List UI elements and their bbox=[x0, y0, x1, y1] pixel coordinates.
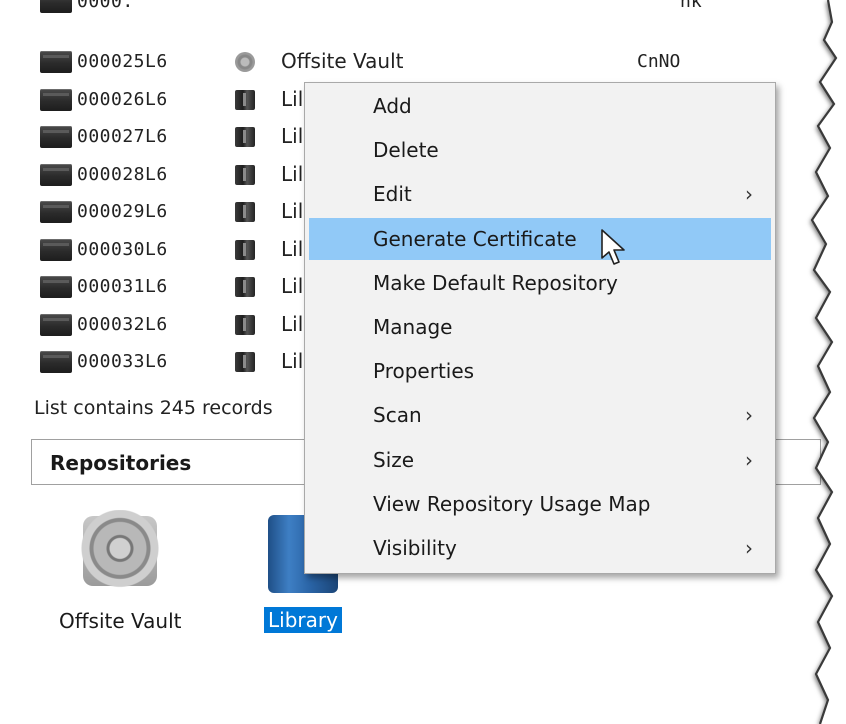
repository-label-library[interactable]: Library bbox=[264, 607, 342, 633]
mouse-cursor-icon bbox=[601, 229, 625, 265]
menu-item-visibility[interactable]: Visibility › bbox=[309, 527, 771, 569]
tape-icon bbox=[40, 88, 72, 111]
repository-cell: Lil bbox=[281, 161, 304, 186]
repository-cell: Lil bbox=[281, 274, 304, 298]
chevron-right-icon: › bbox=[745, 182, 753, 207]
barcode-cell: 000026L6 bbox=[77, 88, 168, 110]
menu-item-properties[interactable]: Properties bbox=[309, 350, 771, 392]
tape-icon bbox=[40, 126, 72, 148]
library-icon bbox=[235, 352, 255, 372]
menu-item-generate-certificate[interactable]: Generate Certificate bbox=[309, 217, 771, 260]
table-row-partial[interactable]: 0000. nk bbox=[40, 0, 720, 16]
tape-icon bbox=[40, 351, 72, 373]
menu-item-label: Generate Certificate bbox=[373, 226, 577, 251]
tape-icon bbox=[40, 0, 72, 13]
status-cell: nk bbox=[680, 0, 702, 12]
repository-cell: Lil bbox=[281, 349, 304, 373]
repository-label-offsite-vault[interactable]: Offsite Vault bbox=[55, 608, 185, 634]
menu-item-edit[interactable]: Edit › bbox=[309, 173, 771, 215]
barcode-cell: 000027L6 bbox=[77, 126, 168, 147]
tape-icon bbox=[40, 313, 72, 336]
menu-item-label: Make Default Repository bbox=[373, 270, 618, 295]
barcode-cell: 000029L6 bbox=[77, 201, 168, 222]
vault-icon bbox=[235, 52, 255, 72]
tape-icon bbox=[40, 238, 72, 261]
repository-cell: Lil bbox=[281, 311, 304, 336]
repository-cell: Lil bbox=[281, 199, 304, 223]
library-icon bbox=[235, 314, 255, 335]
menu-item-label: Manage bbox=[373, 315, 453, 339]
barcode-cell: 000033L6 bbox=[77, 351, 168, 372]
library-icon bbox=[235, 127, 255, 147]
tape-icon bbox=[40, 163, 72, 186]
library-icon bbox=[235, 277, 255, 297]
vault-icon[interactable] bbox=[75, 510, 165, 590]
list-status-text: List contains 245 records bbox=[34, 397, 273, 419]
menu-item-label: Properties bbox=[373, 359, 475, 384]
tape-icon bbox=[40, 51, 72, 73]
menu-item-label: Size bbox=[373, 447, 415, 472]
library-icon bbox=[235, 239, 255, 260]
menu-item-make-default-repository[interactable]: Make Default Repository bbox=[309, 262, 771, 304]
barcode-cell: 0000. bbox=[77, 0, 134, 12]
menu-item-label: Edit bbox=[373, 182, 412, 207]
barcode-cell: 000032L6 bbox=[77, 313, 168, 335]
library-icon bbox=[235, 164, 255, 185]
menu-item-view-repository-usage-map[interactable]: View Repository Usage Map bbox=[309, 483, 771, 525]
menu-item-size[interactable]: Size › bbox=[309, 439, 771, 481]
menu-item-label: Delete bbox=[373, 138, 439, 163]
barcode-cell: 000031L6 bbox=[77, 276, 168, 297]
chevron-right-icon: › bbox=[745, 447, 753, 472]
repositories-header-label: Repositories bbox=[50, 451, 192, 475]
tape-icon bbox=[40, 201, 72, 223]
menu-item-manage[interactable]: Manage bbox=[309, 306, 771, 348]
menu-item-delete[interactable]: Delete bbox=[309, 129, 771, 171]
menu-item-add[interactable]: Add bbox=[309, 85, 771, 127]
repository-cell: Lil bbox=[281, 236, 304, 261]
repository-cell: Lil bbox=[281, 86, 304, 111]
menu-item-scan[interactable]: Scan › bbox=[309, 394, 771, 436]
menu-item-label: Visibility bbox=[373, 536, 457, 560]
repository-cell: Lil bbox=[281, 124, 304, 148]
context-menu: Add Delete Edit › Generate Certificate Make D… bbox=[304, 82, 776, 574]
tape-icon bbox=[40, 276, 72, 298]
menu-item-label: Scan bbox=[373, 403, 422, 428]
repository-cell: Offsite Vault bbox=[281, 49, 404, 73]
barcode-cell: 000030L6 bbox=[77, 238, 168, 260]
chevron-right-icon: › bbox=[745, 403, 753, 428]
library-icon bbox=[235, 202, 255, 222]
menu-item-label: Add bbox=[373, 94, 412, 118]
status-cell: CnNO bbox=[637, 51, 681, 72]
table-row[interactable]: 000025L6 Offsite Vault CnNO bbox=[40, 46, 720, 76]
chevron-right-icon: › bbox=[745, 536, 753, 560]
library-icon bbox=[235, 89, 255, 110]
barcode-cell: 000025L6 bbox=[77, 51, 168, 72]
barcode-cell: 000028L6 bbox=[77, 163, 168, 185]
menu-item-label: View Repository Usage Map bbox=[373, 491, 651, 516]
